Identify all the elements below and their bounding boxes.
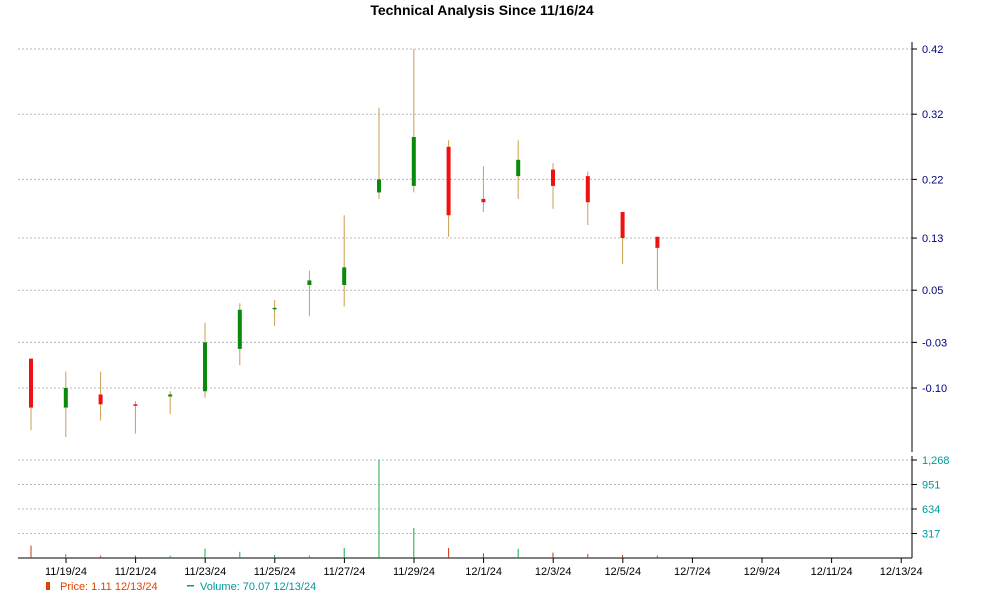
candle-body — [168, 394, 173, 397]
x-tick-label: 11/23/24 — [184, 566, 226, 578]
volume-grid — [18, 459, 912, 534]
candle-body — [620, 211, 625, 239]
x-tick-label: 11/19/24 — [45, 566, 87, 578]
chart-title: Technical Analysis Since 11/16/24 — [370, 2, 594, 18]
volume-tick-label: 1,268 — [922, 455, 950, 467]
chart-canvas: Technical Analysis Since 11/16/24 0.420.… — [18, 2, 950, 593]
price-tick-label: 0.32 — [922, 109, 943, 121]
price-tick-label: 0.05 — [922, 285, 943, 297]
x-tick-label: 12/9/24 — [744, 566, 781, 578]
x-tick-label: 11/21/24 — [115, 566, 157, 578]
volume-tick-label: 317 — [922, 529, 940, 541]
candle-body — [481, 198, 486, 203]
legend-volume-swatch — [187, 585, 194, 587]
x-tick-label: 12/3/24 — [535, 566, 572, 578]
price-tick-label: -0.10 — [922, 383, 947, 395]
price-tick-label: -0.03 — [922, 337, 947, 349]
x-tick-label: 12/7/24 — [674, 566, 711, 578]
price-grid — [18, 48, 912, 389]
legend: Price: 1.11 12/13/24 Volume: 70.07 12/13… — [46, 581, 316, 593]
axes: 0.42 0.32 0.22 0.13 0.05 -0.03 -0.10 1,268 951 63… — [18, 42, 950, 559]
candle-body — [237, 309, 242, 349]
price-tick-label: 0.13 — [922, 233, 943, 245]
candle-body — [203, 342, 207, 392]
candle-body — [446, 146, 451, 216]
candle-body — [516, 159, 521, 177]
candle-body — [551, 169, 555, 186]
technical-analysis-chart: Technical Analysis Since 11/16/24 0.42 0.… — [0, 0, 1000, 600]
x-tick-label: 11/29/24 — [393, 566, 435, 578]
volume-tick-label: 951 — [922, 480, 940, 492]
volume-tick-label: 634 — [922, 504, 940, 516]
price-tick-label: 0.22 — [922, 174, 943, 186]
x-tick-label: 12/5/24 — [604, 566, 641, 578]
candle-body — [307, 280, 312, 285]
candle-body — [342, 267, 347, 285]
x-tick-label: 12/1/24 — [465, 566, 502, 578]
candlestick-series — [29, 49, 660, 437]
candle-body — [272, 307, 277, 310]
price-tick-label: 0.42 — [922, 44, 943, 56]
legend-price-label: Price: 1.11 12/13/24 — [60, 581, 158, 593]
candle-body — [585, 176, 590, 203]
candle-body — [411, 137, 416, 186]
legend-price-swatch — [46, 582, 50, 590]
x-tick-label: 12/13/24 — [880, 566, 923, 578]
candle-body — [29, 358, 33, 408]
candle-body — [377, 179, 381, 193]
x-tick-label: 12/11/24 — [811, 566, 853, 578]
legend-volume-label: Volume: 70.07 12/13/24 — [200, 581, 316, 593]
candle-body — [655, 236, 660, 248]
candle-body — [98, 394, 103, 405]
candle-body — [133, 404, 138, 406]
x-tick-label: 11/27/24 — [323, 566, 365, 578]
x-axis: 11/19/24 11/21/24 11/23/24 11/25/24 11/27/24… — [45, 558, 923, 578]
x-tick-label: 11/25/24 — [254, 566, 296, 578]
candle-body — [63, 388, 68, 408]
